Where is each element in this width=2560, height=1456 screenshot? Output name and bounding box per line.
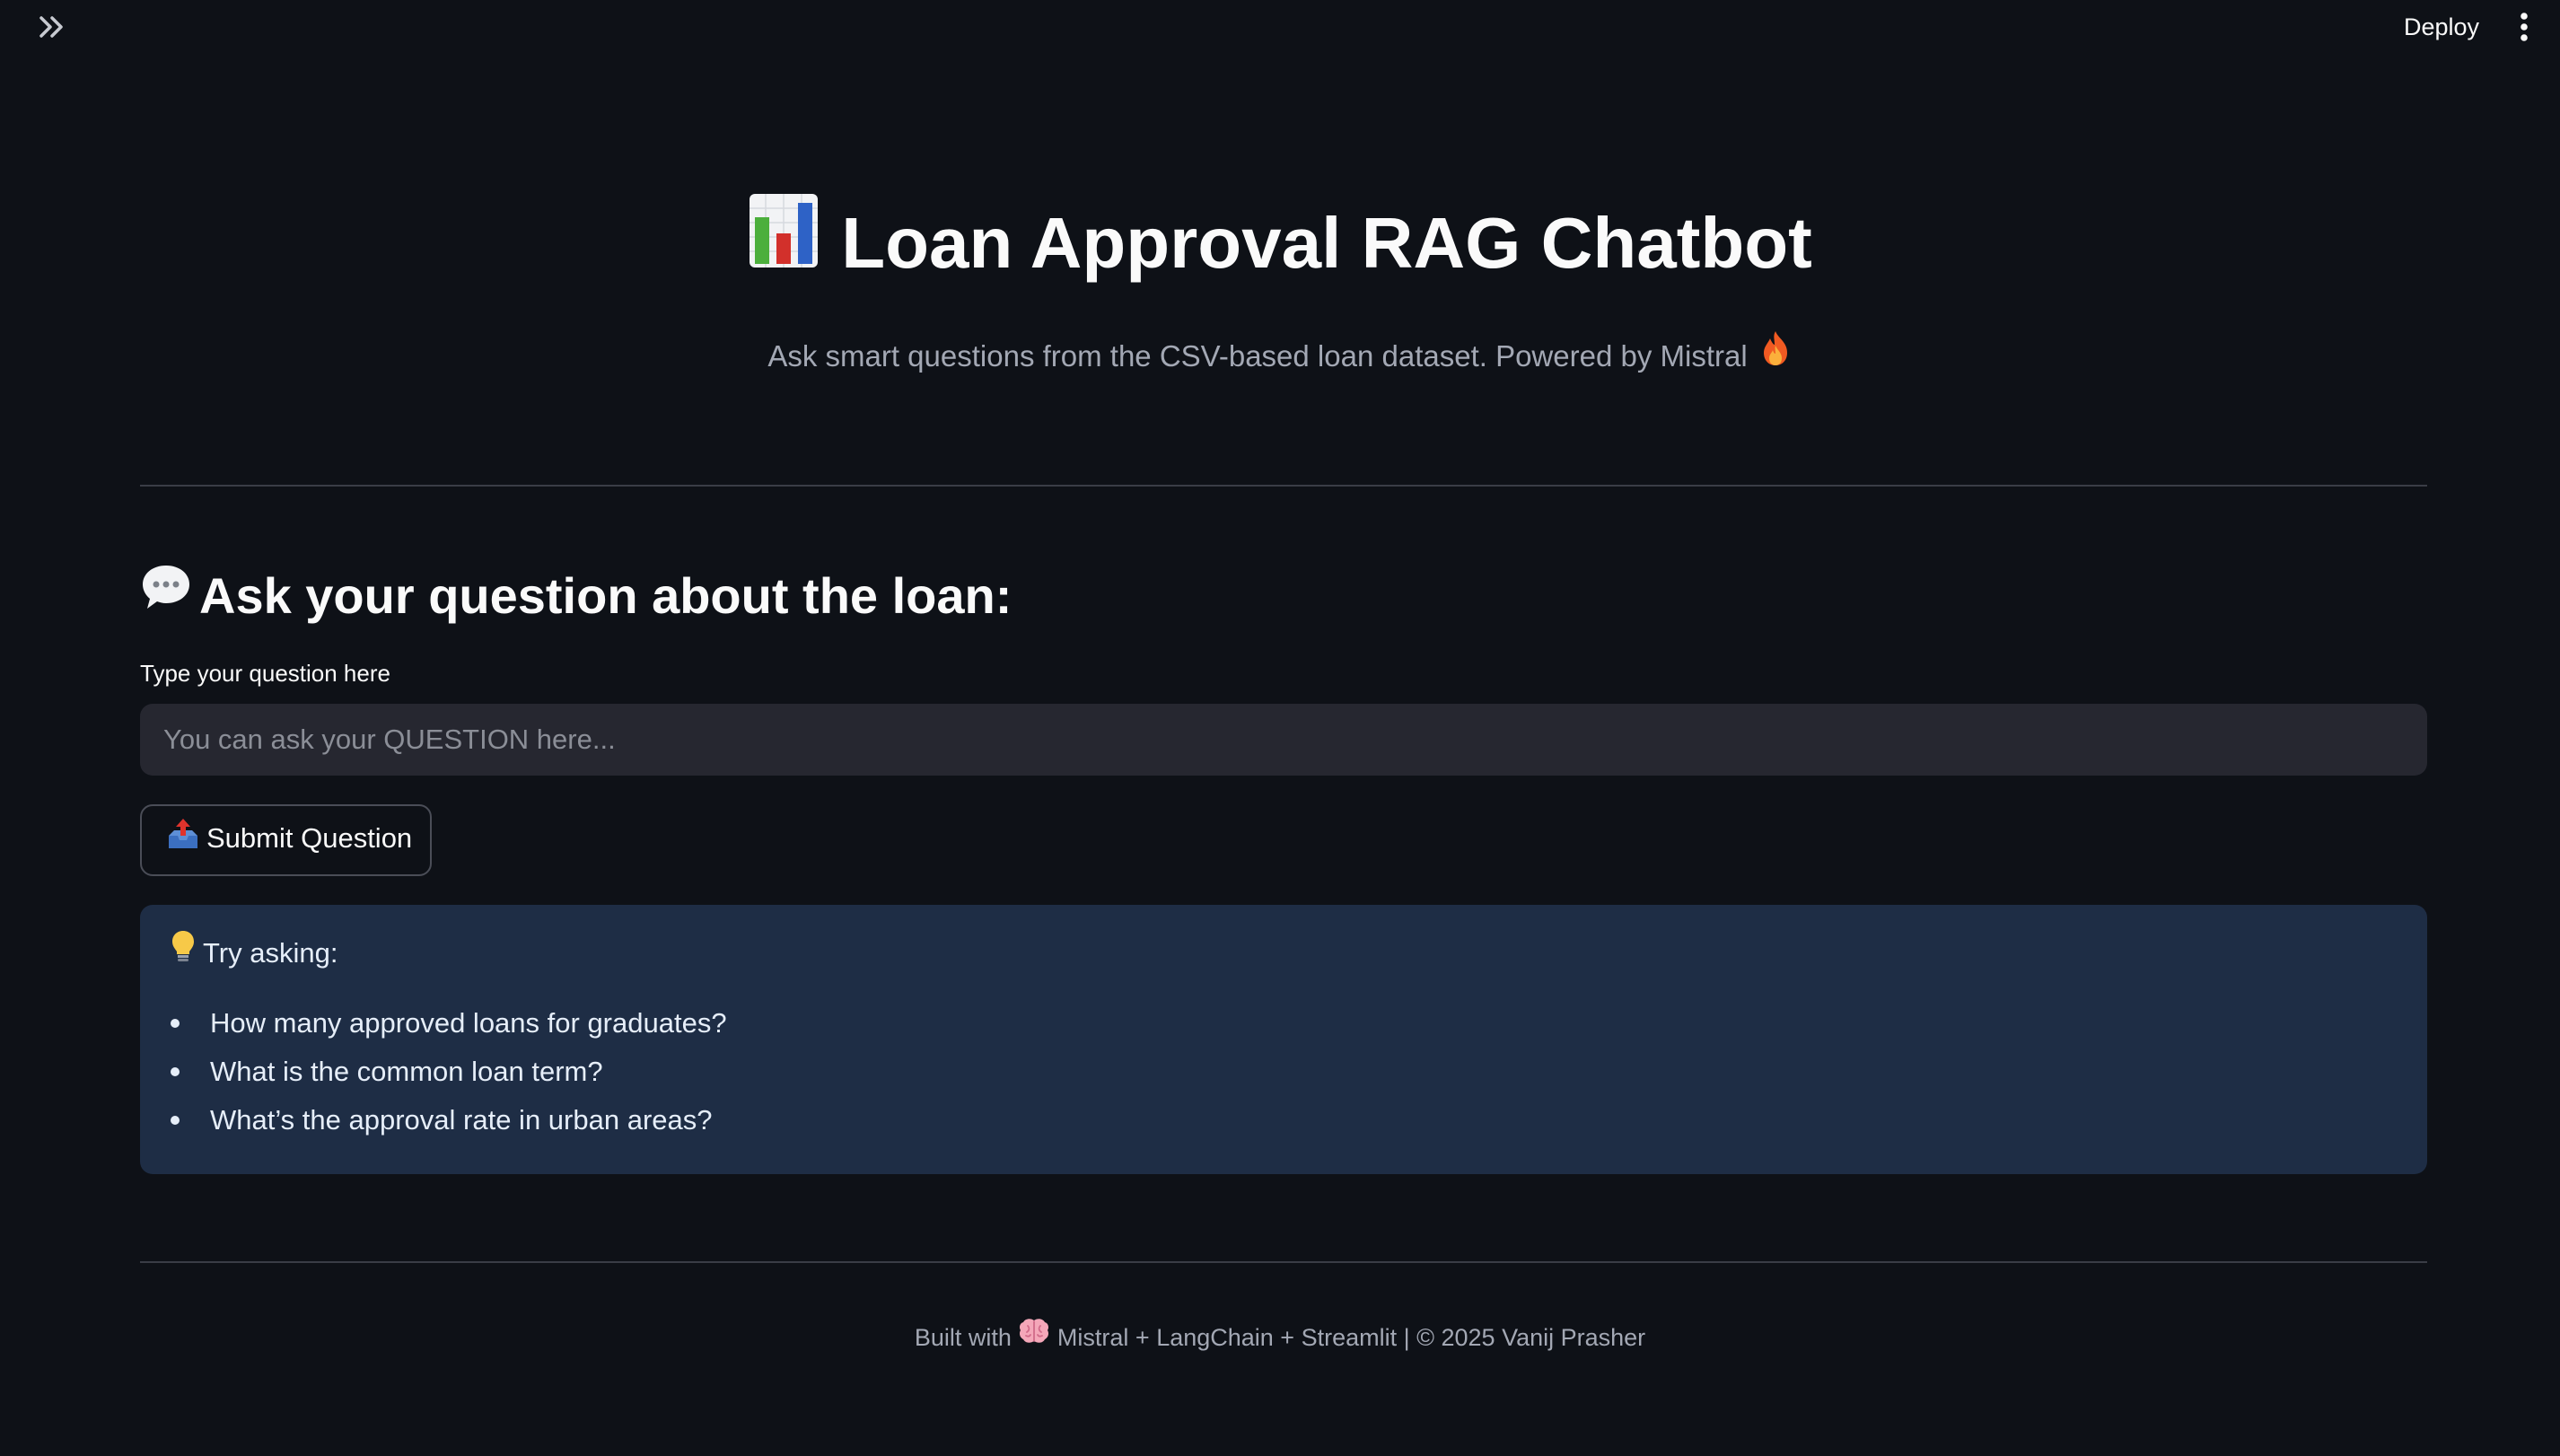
suggestion-text: What is the common loan term? — [210, 1055, 603, 1087]
more-vertical-icon[interactable] — [2508, 9, 2540, 45]
top-bar: Deploy — [0, 0, 2560, 54]
list-item: What’s the approval rate in urban areas? — [171, 1096, 2397, 1145]
fire-icon — [1758, 329, 1793, 380]
submit-question-label: Submit Question — [206, 822, 413, 855]
outbox-tray-icon — [165, 816, 201, 859]
section-heading: Ask your question about the loan: — [140, 562, 1012, 630]
section-heading-text: Ask your question about the loan: — [199, 567, 1013, 624]
list-item: How many approved loans for graduates? — [171, 999, 2397, 1048]
bar-chart-icon — [748, 192, 820, 294]
subtitle-text: Ask smart questions from the CSV-based l… — [767, 339, 1748, 373]
suggestion-text: How many approved loans for graduates? — [210, 1006, 727, 1039]
deploy-button[interactable]: Deploy — [2388, 7, 2495, 47]
suggestion-text: What’s the approval rate in urban areas? — [210, 1103, 713, 1136]
question-input-label: Type your question here — [140, 660, 390, 687]
light-bulb-icon — [171, 929, 196, 976]
footer-credits: Mistral + LangChain + Streamlit | © 2025… — [1056, 1324, 1646, 1351]
submit-question-button[interactable]: Submit Question — [140, 804, 432, 876]
page-title: Loan Approval RAG Chatbot — [0, 192, 2560, 294]
bullet — [171, 1066, 180, 1076]
footer-prefix: Built with — [914, 1324, 1012, 1351]
list-item: What is the common loan term? — [171, 1048, 2397, 1096]
bullet — [171, 1115, 180, 1125]
brain-icon — [1018, 1317, 1050, 1355]
expand-sidebar-icon[interactable] — [36, 11, 70, 43]
suggestion-list: How many approved loans for graduates? W… — [171, 999, 2397, 1145]
question-input[interactable] — [140, 704, 2427, 776]
title-text: Loan Approval RAG Chatbot — [841, 203, 1812, 283]
header-divider — [140, 485, 2427, 487]
info-heading: Try asking: — [171, 929, 2397, 976]
footer-divider — [140, 1261, 2427, 1263]
footer: Built with Mistral + LangChain + Streaml… — [0, 1317, 2560, 1355]
suggestions-info-box: Try asking: How many approved loans for … — [140, 905, 2427, 1174]
subtitle: Ask smart questions from the CSV-based l… — [0, 331, 2560, 380]
bullet — [171, 1018, 180, 1028]
info-heading-text: Try asking: — [203, 937, 338, 969]
speech-bubble-icon — [140, 561, 192, 629]
